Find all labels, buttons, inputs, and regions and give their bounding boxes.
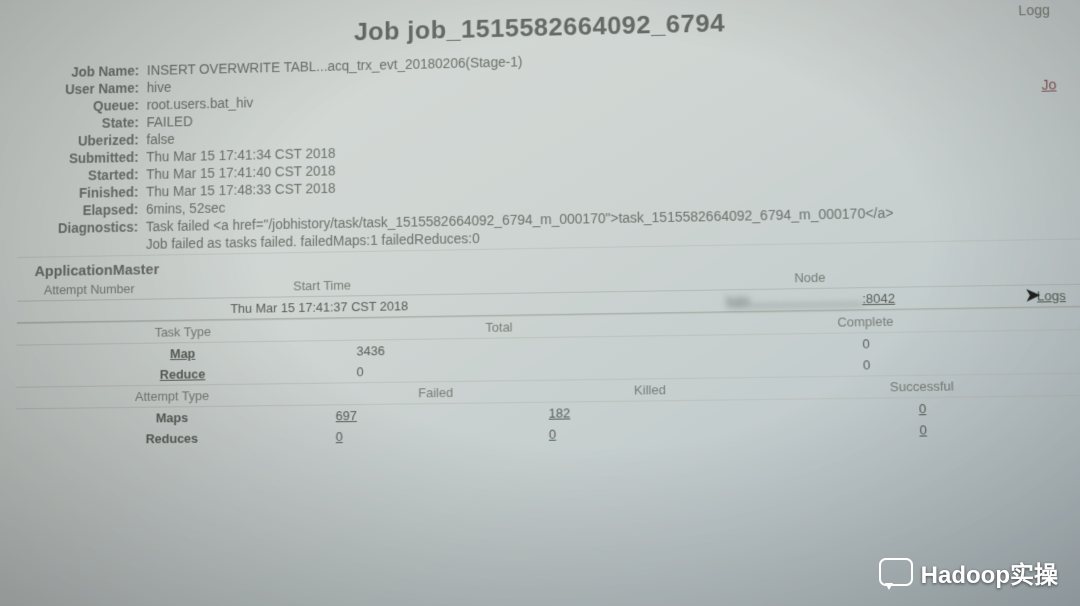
title-prefix: Job [354,16,400,46]
lbl-user-name: User Name: [27,80,139,98]
lbl-started: Started: [26,167,139,185]
watermark-text: Hadoop实操 [921,555,1058,590]
lbl-elapsed: Elapsed: [26,201,139,219]
attempt-row-reduces: Reduces [15,426,329,450]
attempt-maps-failed[interactable]: 697 [330,402,543,426]
lbl-queue: Queue: [27,97,139,115]
lbl-diagnostics: Diagnostics: [25,219,138,237]
lbl-job-name: Job Name: [27,63,139,81]
wechat-icon [879,558,913,588]
lbl-finished: Finished: [26,184,139,202]
cursor-icon: ➤ [1024,282,1042,307]
at-hdr-killed: Killed [542,377,758,402]
lbl-submitted: Submitted: [26,149,139,167]
at-hdr-failed: Failed [330,380,543,405]
am-node-obscured: hdn . . . . . . . . . . . . [726,291,862,308]
attempt-reduces-killed[interactable]: 0 [543,421,759,445]
logged-in-label: Logg [1018,2,1050,18]
title-jobid: job_1515582664092_6794 [407,8,725,45]
attempt-reduces-failed[interactable]: 0 [330,424,543,447]
am-node-port: :8042 [862,291,895,307]
attempt-maps-killed[interactable]: 182 [543,400,759,424]
attempt-table: Attempt Type Failed Killed Successful Ma… [15,373,1080,451]
page-root: Logg Job job_1515582664092_6794 Job Name… [14,0,1080,606]
lbl-uberized: Uberized: [26,132,138,150]
lbl-state: State: [27,115,139,133]
watermark: Hadoop实操 [879,555,1058,590]
job-overview: Job Name:INSERT OVERWRITE TABL...acq_trx… [18,40,1080,255]
attempt-reduces-success[interactable]: 0 [759,417,1080,442]
side-link-jo[interactable]: Jo [1041,77,1057,93]
